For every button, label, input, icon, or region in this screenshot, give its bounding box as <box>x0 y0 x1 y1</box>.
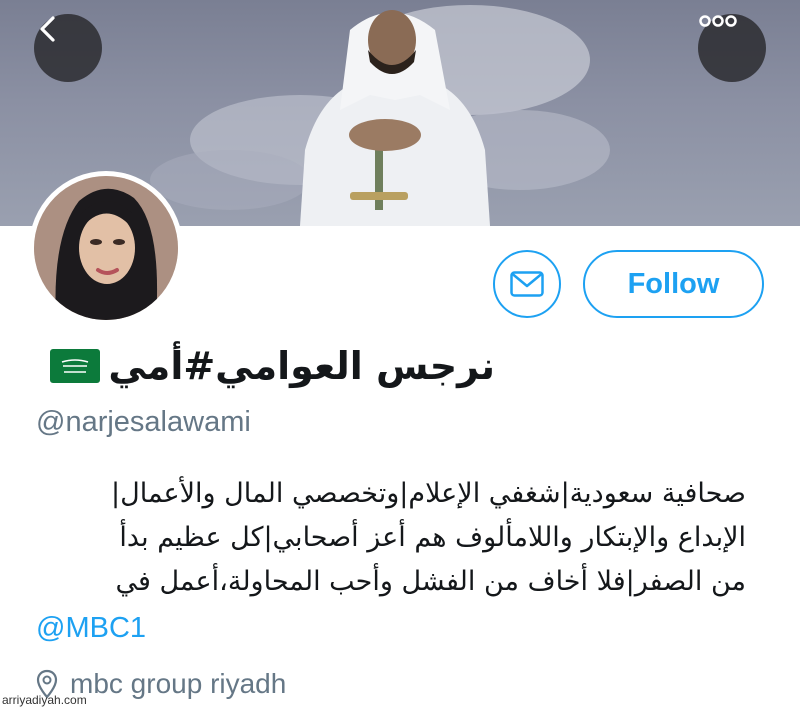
avatar-image <box>34 176 178 320</box>
more-dots-icon <box>699 15 737 27</box>
message-button[interactable] <box>493 250 561 318</box>
display-name: نرجس العوامي#أمي <box>108 344 495 388</box>
saudi-flag-icon <box>50 349 101 383</box>
bio: صحافية سعودية|شغفي الإعلام|وتخصصي المال … <box>30 472 746 604</box>
envelope-icon <box>510 271 544 297</box>
avatar[interactable] <box>29 171 183 325</box>
display-name-row: نرجس العوامي#أمي <box>50 344 495 388</box>
location-text: mbc group riyadh <box>70 668 287 699</box>
watermark: arriyadiyah.com <box>2 693 87 707</box>
more-options-button[interactable] <box>698 14 766 82</box>
user-handle: @narjesalawami <box>36 406 251 438</box>
back-button[interactable] <box>34 14 102 82</box>
bio-mention-link[interactable]: @MBC1 <box>36 612 146 645</box>
bio-line: الإبداع والإبتكار واللامألوف هم أعز أصحا… <box>119 522 746 553</box>
follow-button[interactable]: Follow <box>583 250 764 318</box>
bio-line: صحافية سعودية|شغفي الإعلام|وتخصصي المال … <box>111 478 746 509</box>
bio-line: من الصفر|فلا أخاف من الفشل وأحب المحاولة… <box>115 566 746 597</box>
chevron-left-icon <box>40 16 55 42</box>
